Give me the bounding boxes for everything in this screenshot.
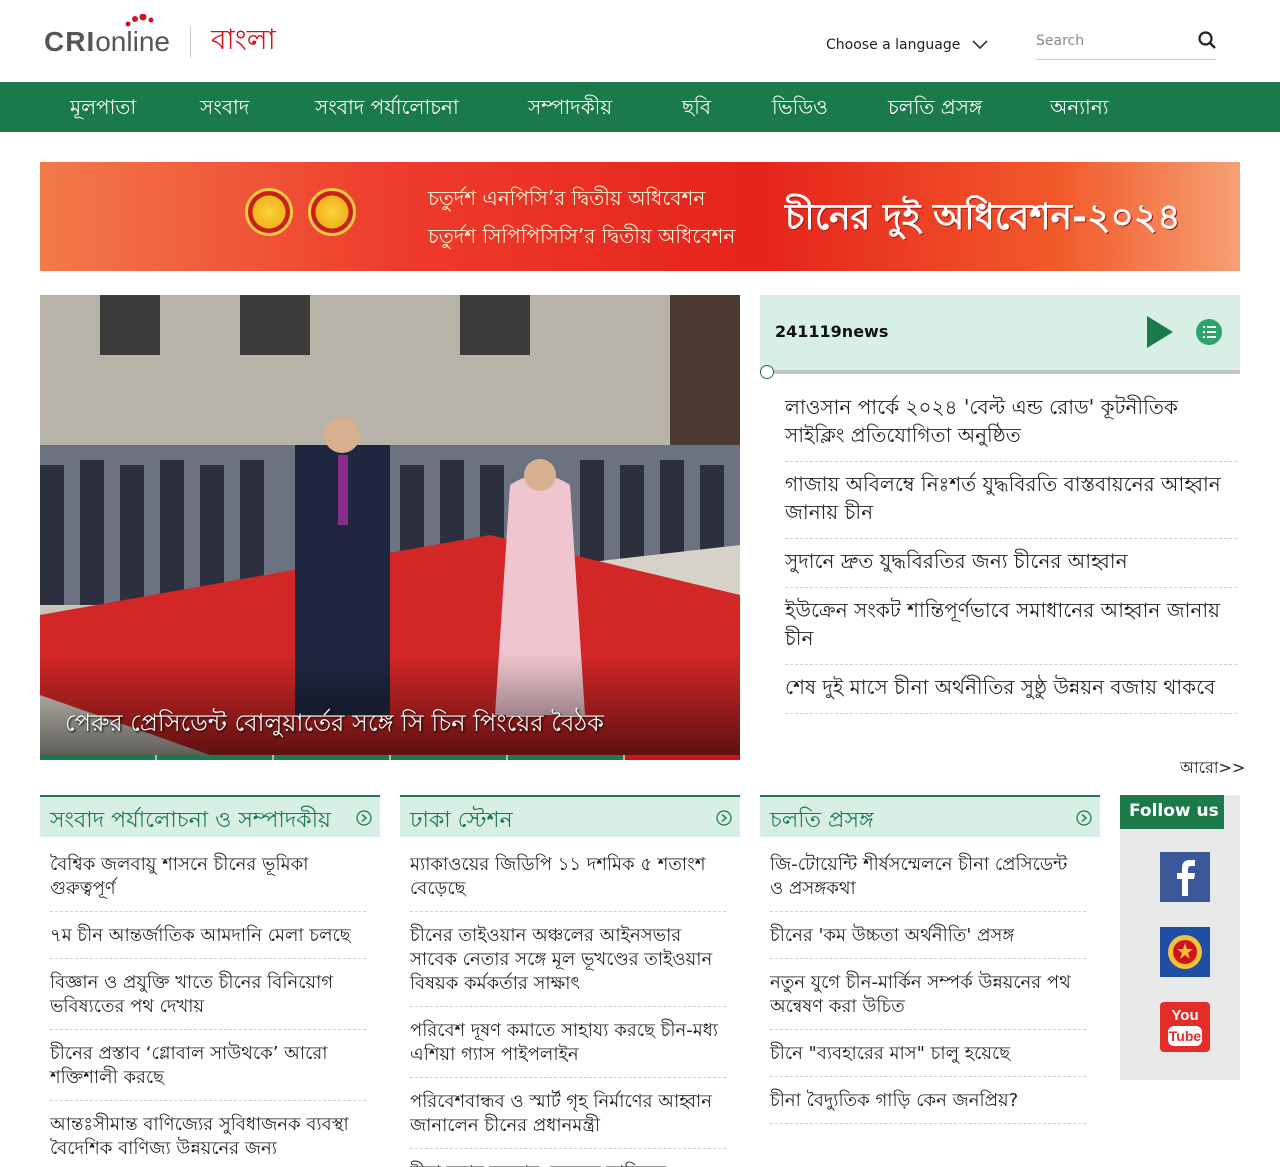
chevron-right-circle-icon[interactable] (716, 810, 732, 826)
list-item[interactable]: আন্তঃসীমান্ত বাণিজ্যের সুবিধাজনক ব্যবস্থ… (50, 1109, 366, 1167)
headline-item[interactable]: ইউক্রেন সংকট শান্তিপূর্ণভাবে সমাধানের আহ… (785, 588, 1237, 665)
list-item[interactable]: চীনে "ব্যবহারের মাস" চালু হয়েছে (770, 1038, 1086, 1077)
facebook-icon[interactable] (1160, 852, 1210, 902)
slide-indicator[interactable] (157, 755, 272, 760)
follow-us-title: Follow us (1120, 795, 1224, 829)
playlist-icon[interactable] (1195, 318, 1223, 346)
nav-item-home[interactable]: মূলপাতা (70, 82, 136, 132)
nav-item-news[interactable]: সংবাদ (200, 82, 249, 132)
slide-indicator[interactable] (274, 755, 389, 760)
section-header[interactable]: চলতি প্রসঙ্গ (760, 795, 1100, 837)
headline-item[interactable]: লাওসান পার্কে ২০২৪ 'বেল্ট এন্ড রোড' কূটন… (785, 385, 1237, 462)
list-item[interactable]: ৭ম চীন আন্তর্জাতিক আমদানি মেলা চলছে (50, 920, 366, 959)
hero-slider[interactable]: পেরুর প্রেসিডেন্ট বোলুয়ার্তের সঙ্গে সি … (40, 295, 740, 760)
audio-progress-bar[interactable] (760, 365, 1240, 379)
slide-indicator[interactable] (391, 755, 506, 760)
headline-item[interactable]: শেষ দুই মাসে চীনা অর্থনীতির সুষ্ঠু উন্নয… (785, 665, 1237, 714)
list-item[interactable]: চীনের তাইওয়ান অঞ্চলের আইনসভার সাবেক নেত… (410, 920, 726, 1007)
section-title: ঢাকা স্টেশন (410, 808, 513, 833)
list-item[interactable]: বৈশ্বিক জলবায়ু শাসনে চীনের ভূমিকা গুরুত… (50, 849, 366, 912)
search-box (1036, 28, 1216, 60)
list-item[interactable]: জি-টোয়েন্টি শীর্ষসম্মেলনে চীনা প্রেসিডে… (770, 849, 1086, 912)
nav-item-current-affairs[interactable]: চলতি প্রসঙ্গ (888, 82, 982, 132)
headline-item[interactable]: গাজায় অবিলম্বে নিঃশর্ত যুদ্ধবিরতি বাস্ত… (785, 462, 1237, 539)
main-nav: মূলপাতা সংবাদ সংবাদ পর্যালোচনা সম্পাদকীয… (0, 82, 1280, 132)
nav-item-others[interactable]: অন্যান্য (1050, 82, 1109, 132)
nav-item-editorial[interactable]: সম্পাদকীয় (528, 82, 612, 132)
banner-line-cppcc: চতুর্দশ সিপিপিসিসি’র দ্বিতীয় অধিবেশন (428, 224, 736, 248)
nav-item-news-review[interactable]: সংবাদ পর্যালোচনা (315, 82, 459, 132)
list-item[interactable]: চীনা মুদ্রার ব্যবহার বেড়েছে ব্রাজিলে (410, 1157, 726, 1167)
search-input[interactable] (1036, 28, 1186, 54)
list-item[interactable]: বিজ্ঞান ও প্রযুক্তি খাতে চীনের বিনিয়োগ … (50, 967, 366, 1030)
logo-cri-text: CRI (44, 25, 96, 57)
slide-indicator-active[interactable] (625, 755, 740, 760)
section-title: চলতি প্রসঙ্গ (770, 808, 874, 833)
more-link[interactable]: আরো>> (1180, 755, 1245, 782)
two-sessions-banner[interactable]: চতুর্দশ এনপিসি’র দ্বিতীয় অধিবেশন চতুর্দ… (40, 162, 1240, 271)
cppcc-emblem-icon (308, 188, 356, 236)
banner-title: চীনের দুই অধিবেশন-২০২৪ (785, 197, 1181, 238)
language-label: Choose a language (826, 37, 961, 53)
hero-photo (40, 295, 740, 755)
list-item[interactable]: পরিবেশবান্ধব ও স্মার্ট গৃহ নির্মাণের আহ্… (410, 1086, 726, 1149)
section-title: সংবাদ পর্যালোচনা ও সম্পাদকীয় (50, 808, 331, 833)
audio-title: 241119news (775, 322, 889, 341)
nav-item-video[interactable]: ভিডিও (772, 82, 828, 132)
national-emblem-icon[interactable] (1160, 927, 1210, 977)
hero-slide-indicators (40, 755, 740, 760)
list-item[interactable]: নতুন যুগে চীন-মার্কিন সম্পর্ক উন্নয়নের … (770, 967, 1086, 1030)
audio-progress-knob[interactable] (760, 365, 774, 379)
search-icon[interactable] (1198, 31, 1216, 49)
headline-item[interactable]: সুদানে দ্রুত যুদ্ধবিরতির জন্য চীনের আহ্ব… (785, 539, 1237, 588)
section-current-affairs: চলতি প্রসঙ্গ জি-টোয়েন্টি শীর্ষসম্মেলনে … (760, 795, 1100, 1132)
list-item[interactable]: চীনের প্রস্তাব ‘গ্লোবাল সাউথকে’ আরো শক্ত… (50, 1038, 366, 1101)
list-item[interactable]: পরিবেশ দূষণ কমাতে সাহায্য করছে চীন-মধ্য … (410, 1015, 726, 1078)
section-header[interactable]: সংবাদ পর্যালোচনা ও সম্পাদকীয় (40, 795, 380, 837)
national-emblem-icon (245, 188, 293, 236)
section-dhaka-station: ঢাকা স্টেশন ম্যাকাওয়ের জিডিপি ১১ দশমিক … (400, 795, 740, 1167)
youtube-tube-text: Tube (1168, 1026, 1202, 1046)
list-item[interactable]: চীনের 'কম উচ্চতা অর্থনীতি' প্রসঙ্গ (770, 920, 1086, 959)
site-logo[interactable]: CRI online বাংলা (44, 14, 276, 65)
banner-line-npc: চতুর্দশ এনপিসি’র দ্বিতীয় অধিবেশন (428, 186, 706, 210)
language-selector[interactable]: Choose a language (826, 37, 988, 53)
play-icon[interactable] (1145, 315, 1175, 349)
section-header[interactable]: ঢাকা স্টেশন (400, 795, 740, 837)
site-header: CRI online বাংলা Choose a language (0, 0, 1280, 82)
list-item[interactable]: ম্যাকাওয়ের জিডিপি ১১ দশমিক ৫ শতাংশ বেড়… (410, 849, 726, 912)
headline-list: লাওসান পার্কে ২০২৪ 'বেল্ট এন্ড রোড' কূটন… (785, 385, 1237, 714)
nav-item-photos[interactable]: ছবি (682, 82, 711, 132)
section-news-review: সংবাদ পর্যালোচনা ও সম্পাদকীয় বৈশ্বিক জল… (40, 795, 380, 1167)
youtube-you-text: You (1171, 1007, 1199, 1024)
slide-indicator[interactable] (40, 755, 155, 760)
slide-indicator[interactable] (508, 755, 623, 760)
logo-online-text: online (95, 25, 170, 57)
chevron-down-icon (972, 40, 988, 50)
hero-caption: পেরুর প্রেসিডেন্ট বোলুয়ার্তের সঙ্গে সি … (65, 709, 604, 737)
logo-bangla-text: বাংলা (210, 23, 276, 56)
audio-player: 241119news (760, 295, 1240, 370)
logo-dots-icon (125, 14, 154, 27)
follow-us-panel: Follow us You Tube (1120, 795, 1240, 1080)
logo-divider (189, 25, 191, 58)
youtube-icon[interactable]: You Tube (1160, 1002, 1210, 1052)
list-item[interactable]: চীনা বৈদ্যুতিক গাড়ি কেন জনপ্রিয়? (770, 1085, 1086, 1124)
chevron-right-circle-icon[interactable] (1076, 810, 1092, 826)
chevron-right-circle-icon[interactable] (356, 810, 372, 826)
